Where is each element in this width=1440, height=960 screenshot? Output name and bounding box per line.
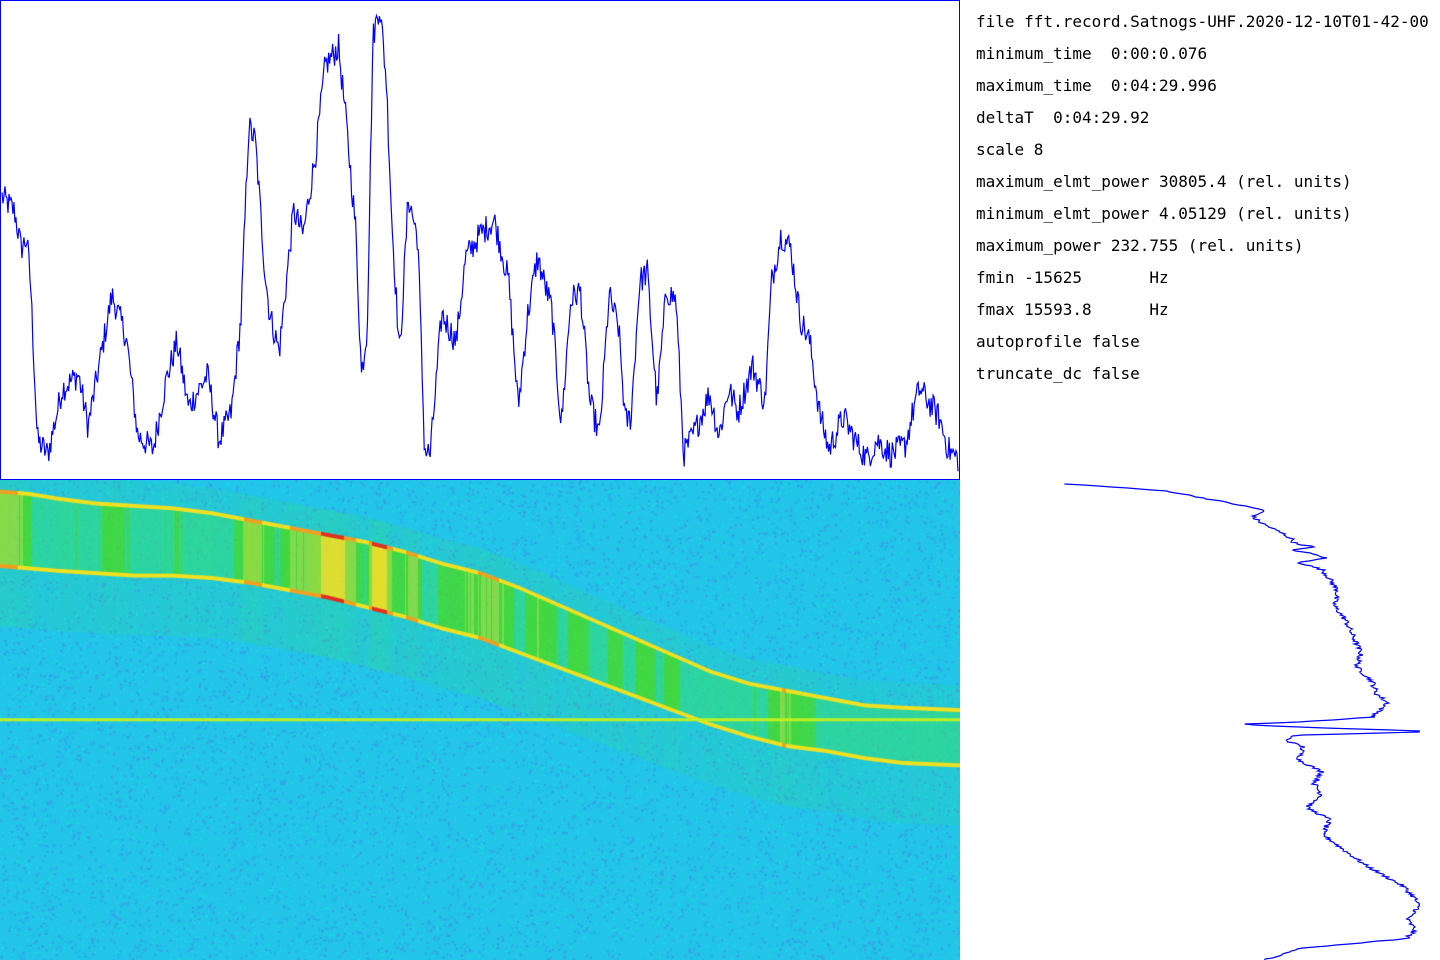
info-fmax: fmax 15593.8 Hz <box>976 300 1169 319</box>
waterfall-spectrogram <box>0 480 960 960</box>
info-minimum-time: minimum_time 0:00:0.076 <box>976 44 1208 63</box>
frequency-profile-line <box>1064 483 1421 960</box>
info-scale: scale 8 <box>976 140 1044 159</box>
info-maximum-time: maximum_time 0:04:29.996 <box>976 76 1217 95</box>
info-panel: file fft.record.Satnogs-UHF.2020-12-10T0… <box>976 0 1440 400</box>
info-delta-t: deltaT 0:04:29.92 <box>976 108 1150 127</box>
info-file: file fft.record.Satnogs-UHF.2020-12-10T0… <box>976 12 1429 31</box>
info-maximum-power: maximum_power 232.755 (rel. units) <box>976 236 1304 255</box>
time-profile-line <box>1 13 959 472</box>
info-autoprofile: autoprofile false <box>976 332 1140 351</box>
frequency-power-profile <box>1064 483 1421 960</box>
info-truncate-dc: truncate_dc false <box>976 364 1140 383</box>
time-power-profile <box>0 0 960 480</box>
info-minimum-elmt-power: minimum_elmt_power 4.05129 (rel. units) <box>976 204 1352 223</box>
info-maximum-elmt-power: maximum_elmt_power 30805.4 (rel. units) <box>976 172 1352 191</box>
info-fmin: fmin -15625 Hz <box>976 268 1169 287</box>
